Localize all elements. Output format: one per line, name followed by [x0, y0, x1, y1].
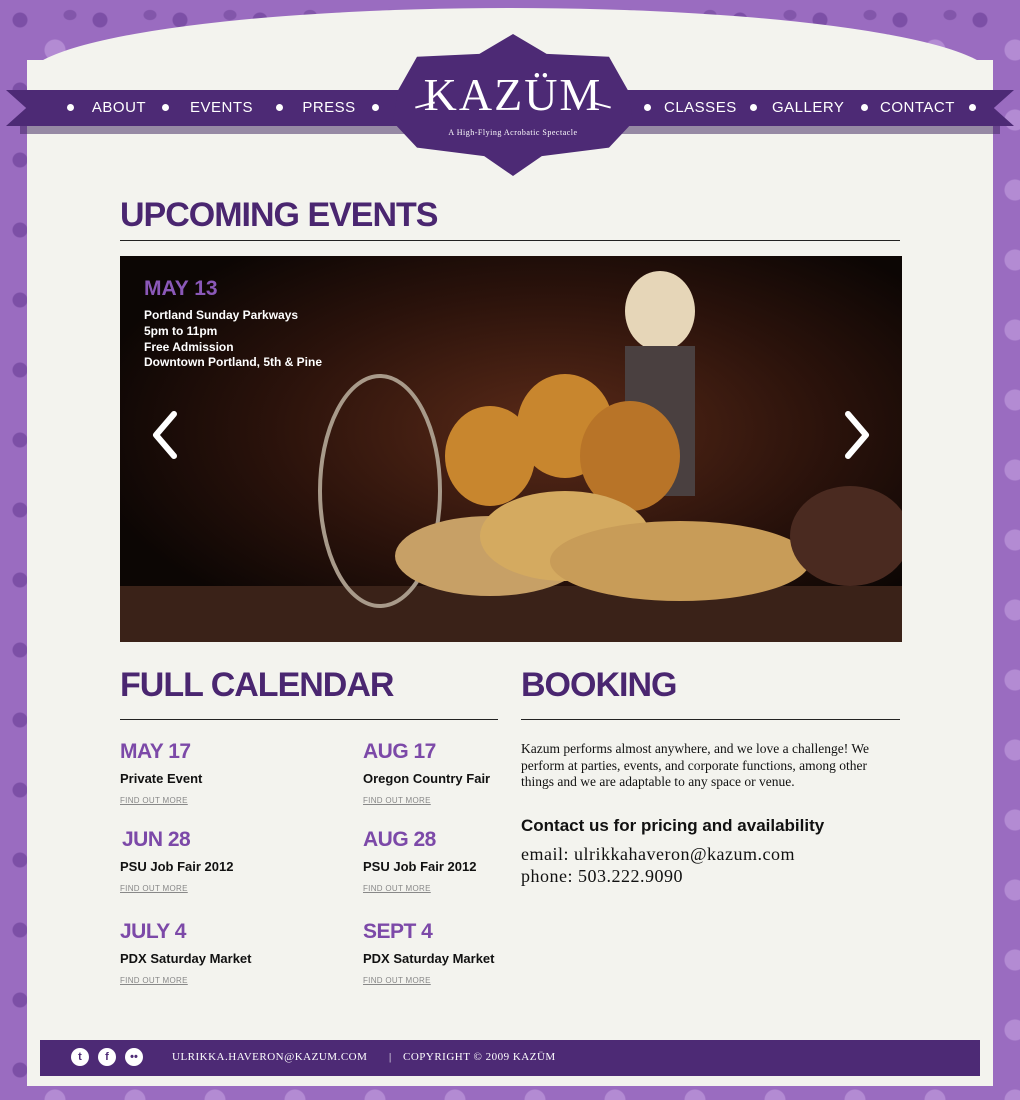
booking-email[interactable]: email: ulrikkahaveron@kazum.com: [521, 844, 795, 865]
calendar-event-name: Private Event: [120, 771, 203, 786]
slider-next-icon[interactable]: [842, 410, 872, 460]
logo-wordmark: KAZÜM: [423, 69, 603, 120]
slide-event-title: Portland Sunday Parkways: [144, 308, 299, 322]
upcoming-events-heading: UPCOMING EVENTS: [120, 196, 438, 234]
nav-dot: [276, 104, 283, 111]
nav-dot: [969, 104, 976, 111]
nav-dot: [861, 104, 868, 111]
footer-email-link[interactable]: ULRIKKA.HAVERON@KAZUM.COM: [172, 1051, 367, 1063]
calendar-event-name: PDX Saturday Market: [363, 951, 495, 966]
booking-heading: BOOKING: [521, 666, 677, 704]
nav-events[interactable]: EVENTS: [190, 97, 253, 119]
calendar-event-date: JUN 28: [122, 828, 191, 851]
heading-rule: [521, 719, 900, 720]
facebook-icon[interactable]: f: [98, 1048, 116, 1066]
nav-dot: [162, 104, 169, 111]
footer-copyright: COPYRIGHT © 2009 KAZÜM: [403, 1051, 556, 1063]
nav-dot: [750, 104, 757, 111]
calendar-event-date: AUG 28: [363, 828, 436, 851]
calendar-event-date: MAY 17: [120, 740, 191, 763]
calendar-event-name: PSU Job Fair 2012: [363, 859, 477, 874]
full-calendar-heading: FULL CALENDAR: [120, 666, 394, 704]
calendar-event-name: Oregon Country Fair: [363, 771, 491, 786]
calendar-event-date: AUG 17: [363, 740, 436, 763]
calendar-event-date: SEPT 4: [363, 920, 433, 943]
find-out-more-link[interactable]: FIND OUT MORE: [120, 796, 188, 805]
slide-event-date: MAY 13: [144, 277, 218, 300]
find-out-more-link[interactable]: FIND OUT MORE: [363, 976, 431, 985]
calendar-event-name: PDX Saturday Market: [120, 951, 252, 966]
nav-classes[interactable]: CLASSES: [664, 97, 736, 119]
nav-dot: [644, 104, 651, 111]
slide-event-time: 5pm to 11pm: [144, 324, 218, 338]
nav-contact[interactable]: CONTACT: [880, 97, 954, 119]
nav-dot: [372, 104, 379, 111]
find-out-more-link[interactable]: FIND OUT MORE: [363, 884, 431, 893]
logo-tagline: A High-Flying Acrobatic Spectacle: [448, 128, 578, 137]
find-out-more-link[interactable]: FIND OUT MORE: [120, 884, 188, 893]
calendar-event-name: PSU Job Fair 2012: [120, 859, 234, 874]
slider-prev-icon[interactable]: [150, 410, 180, 460]
footer-separator: |: [389, 1051, 392, 1063]
slide-event-admission: Free Admission: [144, 340, 234, 354]
find-out-more-link[interactable]: FIND OUT MORE: [363, 796, 431, 805]
flickr-icon[interactable]: ••: [125, 1048, 143, 1066]
heading-rule: [120, 719, 498, 720]
kazum-logo[interactable]: KAZÜM A High-Flying Acrobatic Spectacle: [393, 34, 633, 176]
booking-phone: phone: 503.222.9090: [521, 866, 683, 886]
booking-description: Kazum performs almost anywhere, and we l…: [521, 741, 870, 789]
nav-gallery[interactable]: GALLERY: [772, 97, 844, 119]
calendar-event-date: JULY 4: [120, 920, 186, 943]
tumblr-icon[interactable]: t: [71, 1048, 89, 1066]
nav-press[interactable]: PRESS: [302, 97, 356, 119]
nav-about[interactable]: ABOUT: [90, 97, 148, 119]
heading-rule: [120, 240, 900, 241]
slide-event-location: Downtown Portland, 5th & Pine: [144, 355, 322, 369]
find-out-more-link[interactable]: FIND OUT MORE: [120, 976, 188, 985]
contact-heading: Contact us for pricing and availability: [521, 816, 825, 835]
nav-dot: [67, 104, 74, 111]
